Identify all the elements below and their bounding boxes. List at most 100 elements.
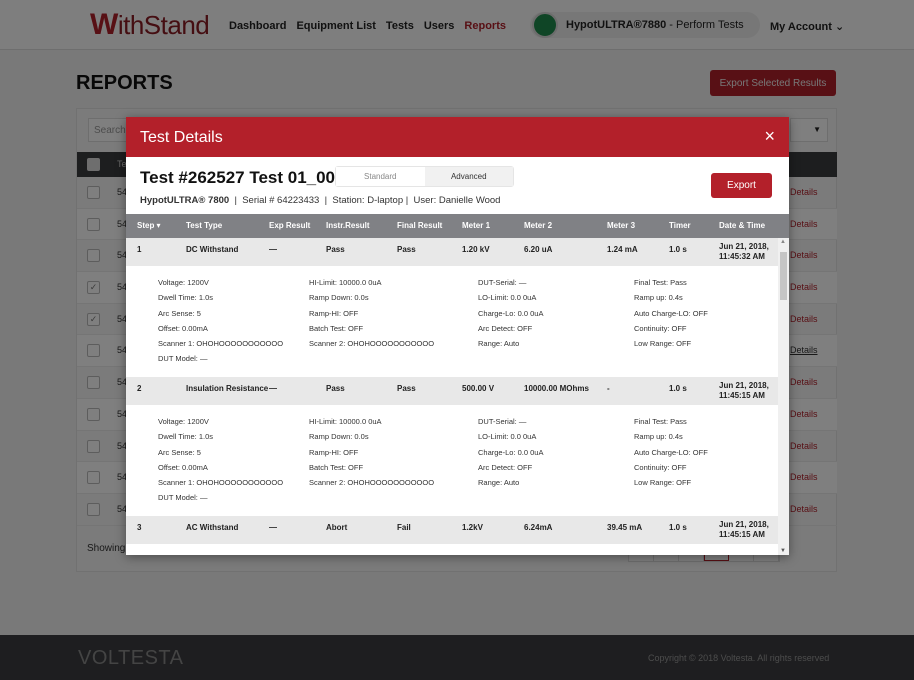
export-button[interactable]: Export bbox=[711, 173, 772, 198]
detail-item: Final Test: Pass bbox=[634, 417, 687, 426]
detail-item: Charge-Lo: 0.0 0uA bbox=[478, 308, 544, 318]
station: Station: D-laptop bbox=[332, 195, 404, 206]
step-details: Voltage: 1200V Dwell Time: 1.0s Arc Sense:… bbox=[126, 405, 778, 516]
step-m3: 39.45 mA bbox=[607, 523, 643, 532]
steps-list: 1 DC Withstand — Pass Pass 1.20 kV 6.20 uA 1.24… bbox=[126, 238, 789, 555]
step-details: Voltage: 1200V Dwell Time: 1.0s Arc Sense:… bbox=[126, 266, 778, 377]
step-step: 3 bbox=[137, 523, 142, 532]
col-final-result: Final Result bbox=[397, 221, 443, 230]
step-date-time: Jun 21, 2018, 11:45:32 AM bbox=[719, 242, 769, 261]
detail-item: LO-Limit: 0.0 0uA bbox=[478, 432, 537, 442]
view-toggle: Standard Advanced bbox=[335, 166, 514, 187]
detail-item: Low Range: OFF bbox=[634, 478, 692, 488]
details-column: Final Test: Pass Ramp up: 0.4s Auto Charge… bbox=[634, 278, 708, 354]
col-meter-3: Meter 3 bbox=[607, 221, 636, 230]
detail-item: DUT Model: — bbox=[158, 354, 208, 364]
detail-item: Ramp up: 0.4s bbox=[634, 293, 683, 303]
step-type: DC Withstand bbox=[186, 245, 239, 254]
step-instr: Pass bbox=[326, 245, 345, 254]
step-m1: 1.2kV bbox=[462, 523, 483, 532]
details-column: DUT-Serial: — LO-Limit: 0.0 0uA Charge-Lo:… bbox=[478, 417, 543, 493]
detail-item: Voltage: 1200V bbox=[158, 417, 209, 426]
detail-item: Offset: 0.00mA bbox=[158, 323, 208, 333]
details-column: HI-Limit: 10000.0 0uA Ramp Down: 0.0s Ramp… bbox=[309, 278, 434, 354]
step-m3: 1.24 mA bbox=[607, 245, 638, 254]
detail-item: LO-Limit: 0.0 0uA bbox=[478, 293, 537, 303]
step-exp: — bbox=[269, 245, 277, 254]
details-column: Voltage: 1200V Dwell Time: 1.0s Arc Sense:… bbox=[158, 278, 283, 370]
detail-item: Auto Charge-LO: OFF bbox=[634, 308, 708, 318]
col-exp-result: Exp Result bbox=[269, 221, 311, 230]
step-type: Insulation Resistance bbox=[186, 384, 269, 393]
detail-item: HI-Limit: 10000.0 0uA bbox=[309, 417, 382, 426]
col-instr-result: Instr.Result bbox=[326, 221, 370, 230]
detail-item: Scanner 2: OHOHOOOOOOOOOOO bbox=[309, 339, 435, 349]
details-column: Voltage: 1200V Dwell Time: 1.0s Arc Sense:… bbox=[158, 417, 283, 509]
detail-item: Arc Sense: 5 bbox=[158, 308, 201, 318]
detail-item: Offset: 0.00mA bbox=[158, 462, 208, 472]
serial-number: Serial # 64223433 bbox=[242, 195, 320, 206]
tab-standard[interactable]: Standard bbox=[336, 167, 425, 186]
step-m1: 1.20 kV bbox=[462, 245, 490, 254]
detail-item: Dwell Time: 1.0s bbox=[158, 432, 214, 442]
step-exp: — bbox=[269, 384, 277, 393]
modal-header: Test Details × bbox=[126, 117, 789, 157]
detail-item: Ramp up: 0.4s bbox=[634, 432, 683, 442]
scrollbar[interactable]: ▲ ▼ bbox=[778, 238, 789, 555]
steps-table-header: Step ▾ Test Type Exp Result Instr.Result… bbox=[126, 214, 789, 238]
step-timer: 1.0 s bbox=[669, 384, 687, 393]
step-step: 1 bbox=[137, 245, 142, 254]
test-meta: HypotULTRA® 7800 | Serial # 64223433 | S… bbox=[140, 195, 501, 206]
step-final: Fail bbox=[397, 523, 411, 532]
detail-item: Scanner 1: OHOHOOOOOOOOOOO bbox=[158, 478, 284, 488]
detail-item: HI-Limit: 10000.0 0uA bbox=[309, 278, 382, 287]
detail-item: Ramp-HI: OFF bbox=[309, 308, 359, 318]
step-exp: — bbox=[269, 523, 277, 532]
step-timer: 1.0 s bbox=[669, 523, 687, 532]
step-row[interactable]: 1 DC Withstand — Pass Pass 1.20 kV 6.20 uA 1.24… bbox=[126, 238, 778, 266]
detail-item: Scanner 1: OHOHOOOOOOOOOOO bbox=[158, 339, 284, 349]
step-date-time: Jun 21, 2018, 11:45:15 AM bbox=[719, 520, 769, 539]
detail-item: Arc Detect: OFF bbox=[478, 323, 533, 333]
user: User: Danielle Wood bbox=[413, 195, 501, 206]
step-date-time: Jun 21, 2018, 11:45:15 AM bbox=[719, 381, 769, 400]
detail-item: Arc Detect: OFF bbox=[478, 462, 533, 472]
col-step[interactable]: Step ▾ bbox=[137, 214, 161, 238]
detail-item: Auto Charge-LO: OFF bbox=[634, 447, 708, 457]
col-date-time: Date & Time bbox=[719, 221, 766, 230]
step-m1: 500.00 V bbox=[462, 384, 495, 393]
col-timer: Timer bbox=[669, 221, 691, 230]
step-m2: 6.24mA bbox=[524, 523, 553, 532]
detail-item: Charge-Lo: 0.0 0uA bbox=[478, 447, 544, 457]
detail-item: DUT Model: — bbox=[158, 493, 208, 503]
detail-item: Voltage: 1200V bbox=[158, 278, 209, 287]
scrollbar-thumb[interactable] bbox=[780, 252, 787, 300]
close-icon[interactable]: × bbox=[764, 126, 775, 147]
detail-item: Batch Test: OFF bbox=[309, 323, 364, 333]
step-final: Pass bbox=[397, 384, 416, 393]
test-title: Test #262527 Test 01_003 bbox=[140, 168, 345, 187]
detail-item: Ramp Down: 0.0s bbox=[309, 293, 369, 303]
detail-item: Batch Test: OFF bbox=[309, 462, 364, 472]
step-final: Pass bbox=[397, 245, 416, 254]
step-row[interactable]: 2 Insulation Resistance — Pass Pass 500.00 V 1… bbox=[126, 377, 778, 405]
tab-advanced[interactable]: Advanced bbox=[424, 167, 513, 186]
step-instr: Pass bbox=[326, 384, 345, 393]
step-row[interactable]: 3 AC Withstand — Abort Fail 1.2kV 6.24mA 39.45 … bbox=[126, 516, 778, 544]
detail-item: DUT-Serial: — bbox=[478, 278, 527, 287]
step-timer: 1.0 s bbox=[669, 245, 687, 254]
detail-item: Dwell Time: 1.0s bbox=[158, 293, 214, 303]
col-test-type: Test Type bbox=[186, 221, 223, 230]
instrument-model: HypotULTRA® 7800 bbox=[140, 195, 230, 206]
scroll-down-icon[interactable]: ▼ bbox=[780, 548, 786, 554]
detail-item: Continuity: OFF bbox=[634, 323, 687, 333]
detail-item: Range: Auto bbox=[478, 478, 520, 488]
detail-item: Arc Sense: 5 bbox=[158, 447, 201, 457]
details-column: DUT-Serial: — LO-Limit: 0.0 0uA Charge-Lo:… bbox=[478, 278, 543, 354]
step-m3: - bbox=[607, 384, 610, 393]
scroll-up-icon[interactable]: ▲ bbox=[780, 239, 786, 245]
step-step: 2 bbox=[137, 384, 142, 393]
detail-item: Ramp Down: 0.0s bbox=[309, 432, 369, 442]
col-meter-1: Meter 1 bbox=[462, 221, 491, 230]
col-meter-2: Meter 2 bbox=[524, 221, 553, 230]
